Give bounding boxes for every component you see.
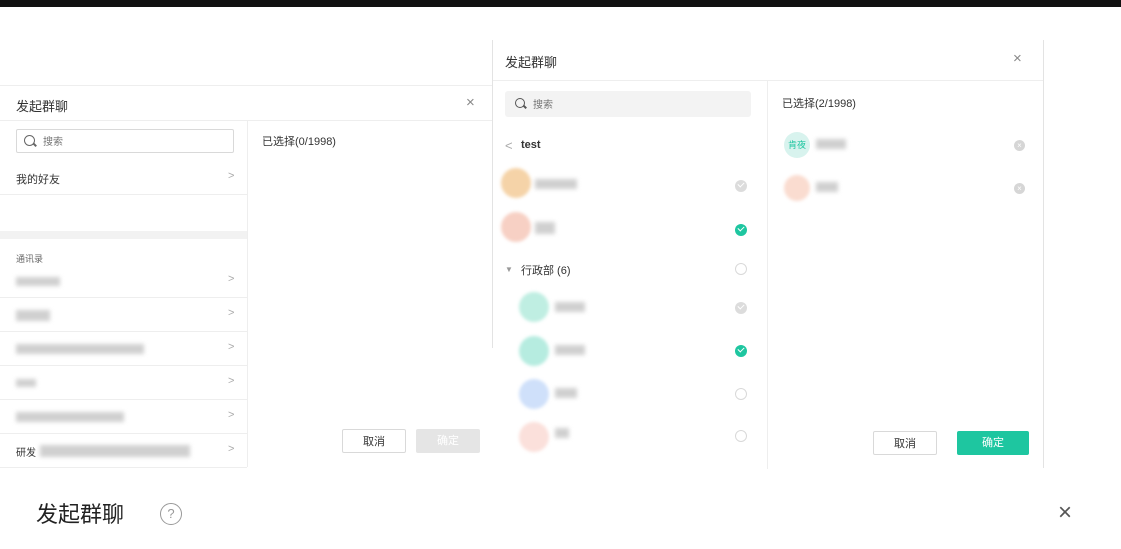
breadcrumb: test — [521, 139, 541, 151]
blurred-name — [16, 344, 144, 354]
selected-panel: 已选择(0/1998) 取消 确定 — [248, 120, 492, 467]
cancel-button[interactable]: 取消 — [873, 431, 937, 455]
dialog-title: 发起群聊 — [505, 55, 558, 70]
list-item-label: 研发 — [16, 448, 36, 459]
avatar — [501, 212, 531, 242]
top-black-bar — [0, 0, 1121, 7]
blurred-name — [16, 277, 60, 286]
list-item-label: 我的好友 — [16, 174, 60, 186]
selected-panel: 已选择(2/1998) 肯夜 × × 取消 确定 — [768, 80, 1043, 469]
section-gap — [0, 231, 247, 239]
search-input[interactable] — [16, 129, 234, 153]
checkbox-checked[interactable] — [735, 345, 747, 357]
create-group-dialog-empty: 发起群聊 × 我的好友 > 通讯录 > > > > > — [0, 85, 492, 468]
avatar — [501, 168, 531, 198]
blurred-name — [816, 139, 846, 149]
chevron-right-icon: > — [228, 409, 235, 421]
remove-icon[interactable]: × — [1014, 183, 1025, 194]
close-icon[interactable]: × — [1058, 499, 1072, 527]
confirm-button[interactable]: 确定 — [957, 431, 1029, 455]
avatar — [519, 336, 549, 366]
dialog-title: 发起群聊 — [16, 99, 69, 114]
checkbox-checked[interactable] — [735, 224, 747, 236]
blurred-name — [16, 412, 124, 422]
selected-avatar — [784, 175, 810, 201]
blurred-name — [16, 310, 50, 321]
blurred-name — [555, 302, 585, 312]
blurred-name — [16, 379, 36, 387]
selected-count: 已选择(2/1998) — [782, 98, 856, 110]
checkbox-unchecked[interactable] — [735, 388, 747, 400]
page-title: 发起群聊 — [36, 502, 125, 527]
selected-avatar: 肯夜 — [784, 132, 810, 158]
blurred-name — [535, 179, 577, 189]
list-item[interactable]: 研发 > — [0, 434, 247, 468]
cancel-button[interactable]: 取消 — [342, 429, 406, 453]
blurred-name — [535, 222, 555, 234]
search-icon — [24, 135, 35, 146]
list-item[interactable]: > — [0, 400, 247, 434]
chevron-right-icon: > — [228, 375, 235, 387]
avatar — [519, 422, 549, 452]
chevron-right-icon: > — [228, 307, 235, 319]
close-icon[interactable]: × — [1013, 50, 1022, 67]
chevron-right-icon: > — [228, 341, 235, 353]
chevron-right-icon: > — [228, 170, 235, 182]
search-input[interactable] — [505, 91, 751, 117]
chevron-right-icon: > — [228, 273, 235, 285]
checkbox-unchecked[interactable] — [735, 263, 747, 275]
checkbox-unchecked[interactable] — [735, 430, 747, 442]
search-field[interactable] — [41, 133, 225, 151]
avatar — [519, 292, 549, 322]
avatar — [519, 379, 549, 409]
search-icon — [515, 98, 525, 108]
remove-icon[interactable]: × — [1014, 140, 1025, 151]
checkbox-disabled-checked — [735, 302, 747, 314]
create-group-dialog-selected: 发起群聊 × < test ▼ 行政部 (6) 已选择(2/1998) 肯夜 ×… — [493, 40, 1044, 469]
checkbox-disabled-checked — [735, 180, 747, 192]
blurred-name — [555, 345, 585, 355]
list-item[interactable]: > — [0, 332, 247, 366]
blurred-name — [816, 182, 838, 192]
search-field[interactable] — [531, 96, 735, 114]
selected-count: 已选择(0/1998) — [262, 136, 336, 148]
chevron-right-icon: > — [228, 443, 235, 455]
back-chevron-icon[interactable]: < — [505, 138, 513, 153]
list-item-my-friends[interactable]: 我的好友 > — [0, 161, 247, 195]
list-item[interactable]: > — [0, 366, 247, 400]
confirm-button[interactable]: 确定 — [416, 429, 480, 453]
contact-picker: 我的好友 > 通讯录 > > > > > 研发 > — [0, 120, 248, 468]
department-name[interactable]: 行政部 (6) — [521, 262, 571, 278]
blurred-name — [555, 428, 569, 438]
help-icon[interactable]: ? — [160, 503, 182, 525]
list-item[interactable]: > — [0, 298, 247, 332]
list-item[interactable]: > — [0, 264, 247, 298]
blurred-name — [40, 445, 190, 457]
caret-down-icon[interactable]: ▼ — [505, 265, 513, 274]
close-icon[interactable]: × — [466, 94, 475, 111]
blurred-name — [555, 388, 577, 398]
